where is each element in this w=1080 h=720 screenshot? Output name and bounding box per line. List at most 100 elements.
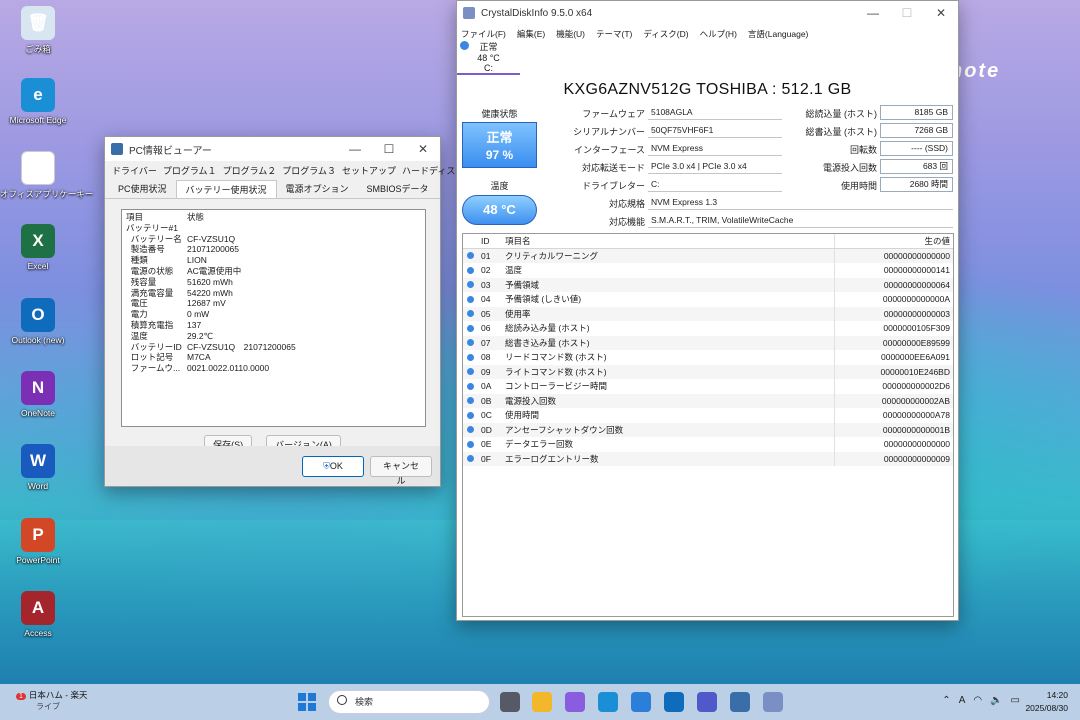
desktop-shortcut-label: Outlook (new) (11, 335, 65, 345)
ime-indicator[interactable]: A (959, 695, 966, 706)
list-item[interactable]: ロット記号 M7CA (126, 352, 421, 363)
speaker-icon[interactable]: 🔈 (990, 695, 1002, 706)
table-row[interactable]: 0D アンセーフシャットダウン回数 0000000000001B (463, 422, 953, 437)
list-item[interactable]: 電圧 12687 mV (126, 298, 421, 309)
list-item[interactable]: 積算充電指 137 (126, 320, 421, 331)
list-item[interactable]: バッテリー名 CF-VZSU1Q (126, 234, 421, 245)
desktop-shortcut-7[interactable]: P PowerPoint (0, 518, 76, 565)
edge-icon[interactable] (598, 692, 618, 712)
teams-icon[interactable] (697, 692, 717, 712)
tab-row2-2[interactable]: 電源オプション (277, 180, 358, 198)
table-row[interactable]: 02 温度 00000000000141 (463, 263, 953, 278)
menu-item-6[interactable]: 言語(Language) (748, 28, 808, 40)
ok-button[interactable]: ⛨OK (302, 455, 364, 477)
document-icon (21, 151, 55, 185)
battery-list[interactable]: 項目 状態 バッテリー#1 バッテリー名 CF-VZSU1Q 製造番号 210712… (121, 209, 426, 427)
battery-field-name: 温度 (126, 330, 148, 341)
table-row[interactable]: 05 使用率 00000000000003 (463, 306, 953, 321)
copilot-icon[interactable] (565, 692, 585, 712)
close-icon[interactable]: ✕ (406, 142, 440, 156)
menu-item-2[interactable]: 機能(U) (556, 28, 585, 40)
standard-label: 対応規格 (608, 199, 645, 209)
tab-row1-1[interactable]: プログラム１ (160, 161, 220, 180)
crystaldiskinfo-icon[interactable] (763, 692, 783, 712)
desktop-shortcut-2[interactable]: オフィスアプリケーキー (0, 151, 93, 200)
wifi-icon[interactable]: ◠ (973, 695, 982, 706)
battery-icon[interactable]: ▭ (1011, 695, 1020, 706)
menu-item-4[interactable]: ディスク(D) (643, 28, 688, 40)
close-icon[interactable]: ✕ (924, 6, 958, 20)
battery-field-value: LION (187, 255, 207, 266)
desktop-shortcut-5[interactable]: N OneNote (0, 371, 76, 418)
table-row[interactable]: 0E データエラー回数 00000000000000 (463, 437, 953, 452)
task-view-icon[interactable] (500, 692, 520, 712)
microsoft-store-icon[interactable] (631, 692, 651, 712)
temperature-value[interactable]: 48 °C (462, 195, 537, 225)
list-item[interactable]: 満充電容量 54220 mWh (126, 288, 421, 299)
cancel-button[interactable]: キャンセル (370, 455, 432, 486)
minimize-icon[interactable]: — (338, 142, 372, 156)
news-widget[interactable]: 1 日本ハム - 楽天 ライブ (16, 689, 87, 712)
smart-raw-header[interactable]: 生の値 (835, 234, 953, 248)
menu-item-5[interactable]: ヘルプ(H) (700, 28, 737, 40)
power-hours-label: 使用時間 (840, 181, 877, 191)
taskbar-search[interactable]: 検索 (328, 690, 490, 714)
table-row[interactable]: 0F エラーログエントリー数 00000000000009 (463, 451, 953, 466)
chevron-up-icon[interactable]: ⌃ (942, 695, 950, 706)
smart-id: 0D (481, 424, 492, 435)
desktop-shortcut-3[interactable]: X Excel (0, 224, 76, 271)
smart-id: 0A (481, 381, 492, 391)
desktop-shortcut-0[interactable]: 🗑 ごみ箱 (0, 6, 76, 55)
pc-info-viewer-icon[interactable] (730, 692, 750, 712)
tab-row1-2[interactable]: プログラム２ (220, 161, 280, 180)
menu-item-1[interactable]: 編集(E) (517, 28, 545, 40)
table-row[interactable]: 08 リードコマンド数 (ホスト) 0000000EE6A091 (463, 350, 953, 365)
menu-item-3[interactable]: テーマ(T) (596, 28, 632, 40)
maximize-icon[interactable]: ☐ (890, 6, 924, 20)
start-button[interactable] (298, 693, 316, 711)
smart-raw: 0000000000001B (882, 424, 950, 435)
system-tray: ⌃ A ◠ 🔈 ▭ (942, 695, 1020, 706)
minimize-icon[interactable]: — (856, 6, 890, 20)
tab-row1-0[interactable]: ドライバー (109, 161, 160, 180)
table-row[interactable]: 03 予備領域 00000000000064 (463, 277, 953, 292)
table-row[interactable]: 07 総書き込み量 (ホスト) 00000000E89599 (463, 335, 953, 350)
table-row[interactable]: 04 予備領域 (しきい値) 0000000000000A (463, 292, 953, 307)
tab-row2-3[interactable]: SMBIOSデータ (358, 180, 438, 198)
table-row[interactable]: 06 総読み込み量 (ホスト) 0000000105F309 (463, 321, 953, 336)
list-item[interactable]: ファームウ... 0021.0022.0110.0000 (126, 363, 421, 374)
tab-row2-1[interactable]: バッテリー使用状況 (175, 180, 277, 198)
drive-tab-c[interactable]: 正常 48 °C C: (457, 39, 520, 75)
pc-info-titlebar[interactable]: PC情報ビューアー — ☐ ✕ (105, 137, 440, 161)
file-explorer-icon[interactable] (532, 692, 552, 712)
table-row[interactable]: 0C 使用時間 00000000000A78 (463, 408, 953, 423)
cdi-titlebar[interactable]: CrystalDiskInfo 9.5.0 x64 — ☐ ✕ (457, 1, 958, 25)
list-item[interactable]: 電力 0 mW (126, 309, 421, 320)
list-item[interactable]: 製造番号 21071200065 (126, 244, 421, 255)
desktop-shortcut-1[interactable]: e Microsoft Edge (0, 78, 76, 125)
list-item[interactable]: 種類 LION (126, 255, 421, 266)
table-row[interactable]: 01 クリティカルワーニング 00000000000000 (463, 248, 953, 263)
desktop-shortcut-8[interactable]: A Access (0, 591, 76, 638)
list-item[interactable]: バッテリーID CF-VZSU1Q 21071200065 (126, 342, 421, 353)
clock[interactable]: 14:20 2025/08/30 (1025, 689, 1068, 715)
table-row[interactable]: 0B 電源投入回数 000000000002AB (463, 393, 953, 408)
smart-name-header[interactable]: 項目名 (503, 234, 835, 248)
smart-table[interactable]: ID 項目名 生の値 01 クリティカルワーニング 00000000000000 02… (462, 233, 954, 617)
list-item[interactable]: 残容量 51620 mWh (126, 277, 421, 288)
tab-row2-0[interactable]: PC使用状況 (109, 180, 176, 198)
health-status-button[interactable]: 正常 97 % (462, 122, 537, 168)
maximize-icon[interactable]: ☐ (372, 142, 406, 156)
smart-id-header[interactable]: ID (481, 234, 503, 248)
list-item[interactable]: バッテリー#1 (126, 223, 421, 234)
table-row[interactable]: 09 ライトコマンド数 (ホスト) 00000010E246BD (463, 364, 953, 379)
list-item[interactable]: 電源の状態 AC電源使用中 (126, 266, 421, 277)
smart-id: 0C (481, 410, 492, 420)
tab-row1-3[interactable]: プログラム３ (279, 161, 339, 180)
list-item[interactable]: 温度 29.2℃ (126, 331, 421, 342)
desktop-shortcut-6[interactable]: W Word (0, 444, 76, 491)
desktop-shortcut-4[interactable]: O Outlook (new) (0, 298, 76, 345)
tab-row1-4[interactable]: セットアップ (339, 161, 399, 180)
table-row[interactable]: 0A コントローラービジー時間 000000000002D6 (463, 379, 953, 394)
outlook-icon[interactable] (664, 692, 684, 712)
